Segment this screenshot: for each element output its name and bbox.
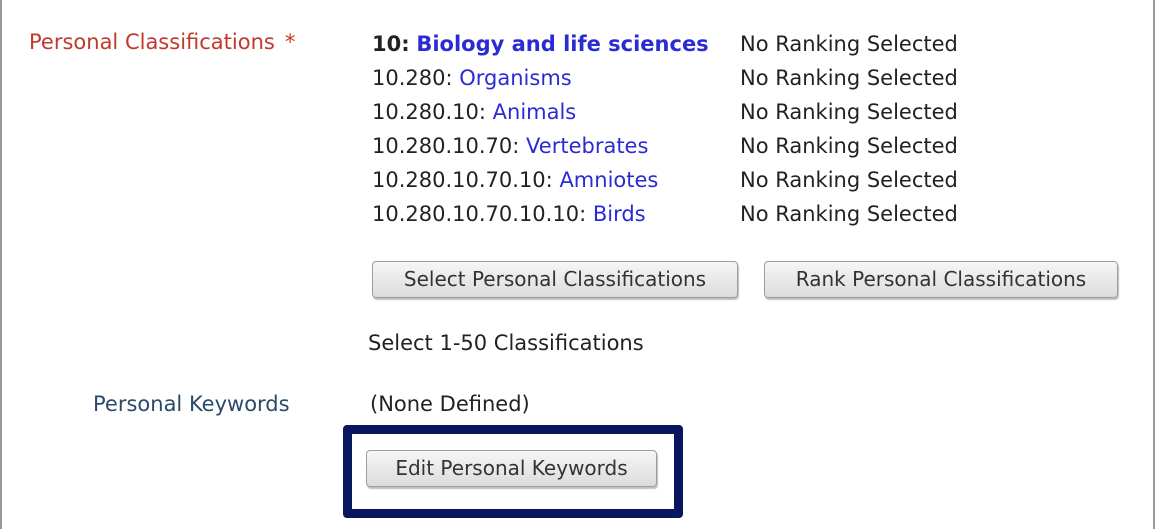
classification-ranking: No Ranking Selected [740, 100, 958, 124]
classification-name: 10: Biology and life sciences [372, 28, 740, 60]
classifications-label: Personal Classifications * [29, 30, 295, 54]
classification-name: 10.280.10: Animals [372, 96, 740, 128]
classification-ranking: No Ranking Selected [740, 202, 958, 226]
classification-row: 10.280.10.70.10: Amniotes No Ranking Sel… [372, 164, 958, 198]
classification-code: 10.280: [372, 66, 453, 90]
form-panel: Personal Classifications * 10: Biology an… [0, 0, 1155, 529]
classification-code: 10.280.10.70.10: [372, 168, 553, 192]
classification-ranking: No Ranking Selected [740, 32, 958, 56]
classifications-label-text: Personal Classifications [29, 30, 275, 54]
classification-ranking: No Ranking Selected [740, 168, 958, 192]
keywords-label: Personal Keywords [93, 392, 290, 416]
classification-ranking: No Ranking Selected [740, 66, 958, 90]
keywords-value: (None Defined) [370, 392, 530, 416]
classification-code: 10.280.10.70.10.10: [372, 202, 587, 226]
classification-row: 10.280.10: Animals No Ranking Selected [372, 96, 958, 130]
classification-limit-hint: Select 1-50 Classifications [368, 331, 644, 355]
classification-row: 10.280.10.70.10.10: Birds No Ranking Sel… [372, 198, 958, 232]
classification-name: 10.280.10.70.10.10: Birds [372, 198, 740, 230]
classification-term-link[interactable]: Amniotes [559, 168, 658, 192]
rank-classifications-button[interactable]: Rank Personal Classifications [764, 261, 1118, 298]
classification-code: 10.280.10.70: [372, 134, 520, 158]
classification-ranking: No Ranking Selected [740, 134, 958, 158]
select-classifications-button[interactable]: Select Personal Classifications [372, 261, 738, 298]
classification-term-link[interactable]: Organisms [459, 66, 571, 90]
classification-row: 10.280.10.70: Vertebrates No Ranking Sel… [372, 130, 958, 164]
classification-term-link[interactable]: Biology and life sciences [416, 32, 708, 56]
classification-row: 10: Biology and life sciences No Ranking… [372, 28, 958, 62]
classification-name: 10.280.10.70: Vertebrates [372, 130, 740, 162]
classification-name: 10.280.10.70.10: Amniotes [372, 164, 740, 196]
classification-name: 10.280: Organisms [372, 62, 740, 94]
classification-term-link[interactable]: Animals [493, 100, 577, 124]
classification-code: 10.280.10: [372, 100, 486, 124]
edit-keywords-button[interactable]: Edit Personal Keywords [366, 450, 657, 487]
required-marker: * [284, 30, 296, 54]
classification-list: 10: Biology and life sciences No Ranking… [372, 28, 958, 232]
classification-code: 10: [372, 32, 410, 56]
classification-term-link[interactable]: Vertebrates [526, 134, 648, 158]
classification-row: 10.280: Organisms No Ranking Selected [372, 62, 958, 96]
classification-term-link[interactable]: Birds [593, 202, 646, 226]
